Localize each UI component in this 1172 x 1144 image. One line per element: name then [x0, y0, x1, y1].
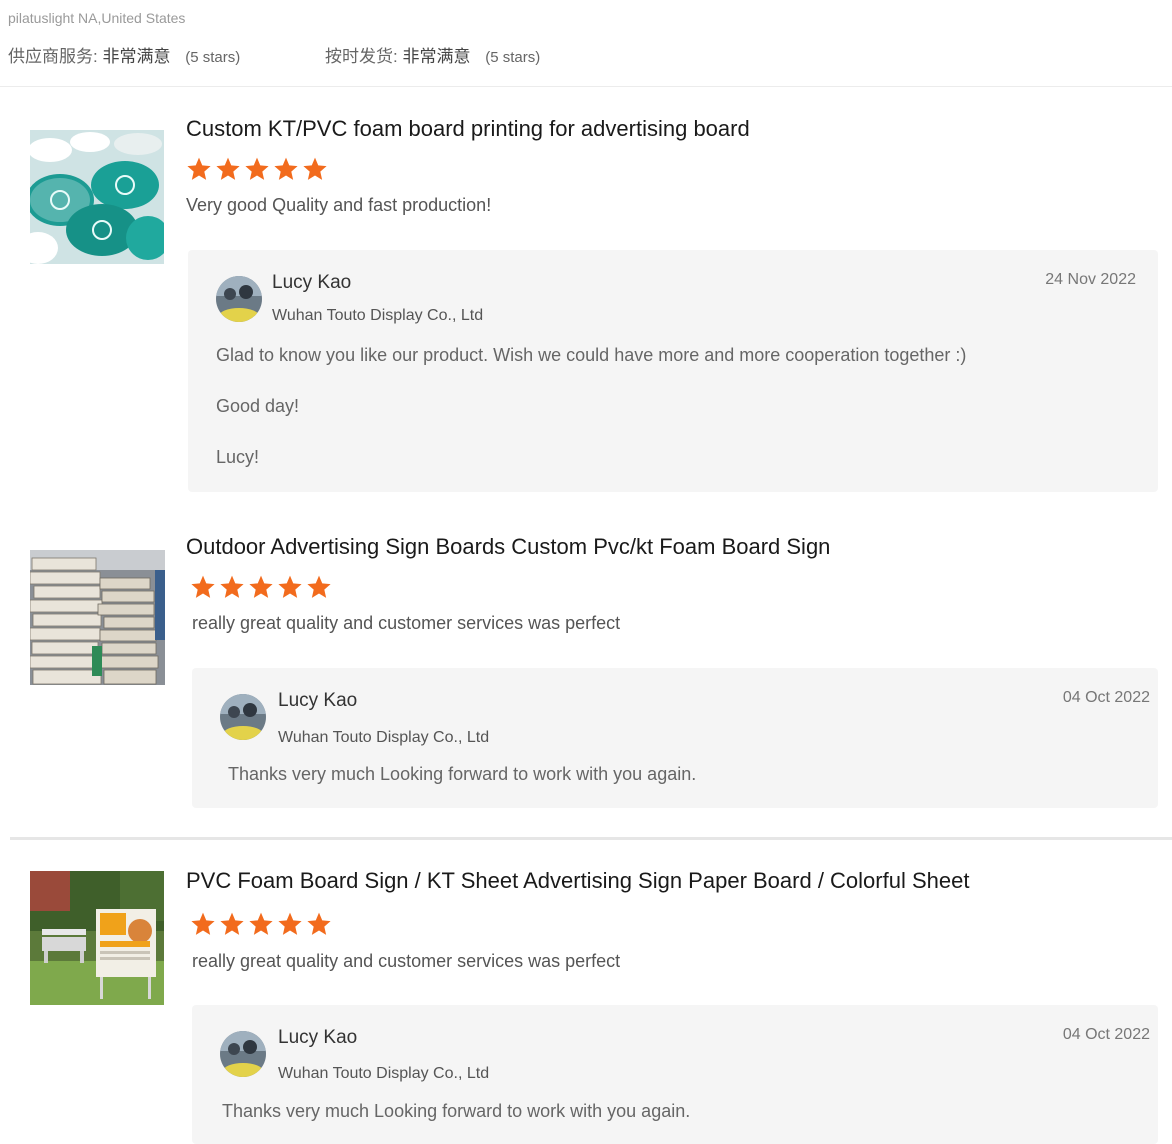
seller-company: Wuhan Touto Display Co., Ltd — [278, 1065, 490, 1082]
teal-round-foam-boards-image — [30, 130, 164, 264]
product-title[interactable]: PVC Foam Board Sign / KT Sheet Advertisi… — [186, 868, 969, 894]
seller-reply: Lucy Kao Wuhan Touto Display Co., Ltd 04… — [192, 668, 1158, 808]
rating-stars-note: (5 stars) — [485, 49, 541, 66]
seller-name: Lucy Kao — [272, 272, 352, 293]
buyer-name-location: pilatuslight NA,United States — [8, 10, 186, 26]
star-icon — [278, 912, 302, 935]
garden-sign-image — [30, 871, 164, 1005]
star-rating — [186, 156, 328, 182]
star-rating — [190, 574, 332, 600]
star-icon — [216, 157, 240, 180]
product-thumbnail[interactable] — [30, 550, 165, 685]
seller-name: Lucy Kao — [278, 690, 358, 711]
reply-text: Glad to know you like our product. Wish … — [216, 345, 967, 365]
star-icon — [307, 912, 331, 935]
stacked-boards-image — [30, 550, 165, 685]
seller-name: Lucy Kao — [278, 1027, 358, 1048]
star-icon — [278, 575, 302, 598]
reply-date: 24 Nov 2022 — [1045, 271, 1136, 288]
reply-text: Lucy! — [216, 447, 260, 467]
seller-avatar — [220, 1031, 266, 1077]
star-icon — [249, 575, 273, 598]
reply-text: Thanks very much Looking forward to work… — [228, 764, 697, 784]
reply-date: 04 Oct 2022 — [1062, 689, 1150, 706]
avatar-image — [216, 276, 262, 322]
rating-stars-note: (5 stars) — [185, 49, 241, 66]
seller-reply: Lucy Kao Wuhan Touto Display Co., Ltd 24… — [188, 250, 1158, 492]
seller-reply: Lucy Kao Wuhan Touto Display Co., Ltd 04… — [192, 1005, 1158, 1144]
buyer-header: pilatuslight NA,United States 供应商服务: 非常满… — [0, 0, 1172, 86]
star-icon — [307, 575, 331, 598]
star-icon — [191, 575, 215, 598]
product-thumbnail[interactable] — [30, 871, 164, 1005]
avatar-image — [220, 1031, 266, 1077]
star-icon — [220, 912, 244, 935]
review-comment: really great quality and customer servic… — [192, 951, 621, 971]
star-icon — [303, 157, 327, 180]
on-time-delivery-rating: 按时发货: 非常满意 (5 stars) — [325, 42, 540, 67]
seller-company: Wuhan Touto Display Co., Ltd — [278, 729, 490, 746]
star-icon — [191, 912, 215, 935]
reply-date: 04 Oct 2022 — [1062, 1026, 1150, 1043]
star-rating — [190, 911, 332, 937]
product-title[interactable]: Outdoor Advertising Sign Boards Custom P… — [186, 534, 830, 560]
supplier-service-rating: 供应商服务: 非常满意 (5 stars) — [8, 42, 240, 67]
seller-company: Wuhan Touto Display Co., Ltd — [272, 307, 484, 324]
rating-label: 供应商服务: — [8, 47, 98, 66]
avatar-image — [220, 694, 266, 740]
review-comment: Very good Quality and fast production! — [186, 195, 492, 215]
section-divider — [10, 837, 1172, 840]
seller-avatar — [220, 694, 266, 740]
review-comment: really great quality and customer servic… — [192, 613, 621, 633]
header-divider — [0, 86, 1172, 87]
star-icon — [187, 157, 211, 180]
star-icon — [274, 157, 298, 180]
rating-value: 非常满意 — [102, 47, 171, 66]
star-icon — [220, 575, 244, 598]
rating-label: 按时发货: — [325, 47, 398, 66]
rating-value: 非常满意 — [402, 47, 471, 66]
product-title[interactable]: Custom KT/PVC foam board printing for ad… — [186, 116, 750, 142]
reply-text: Thanks very much Looking forward to work… — [222, 1101, 691, 1121]
star-icon — [245, 157, 269, 180]
seller-avatar — [216, 276, 262, 322]
star-icon — [249, 912, 273, 935]
product-thumbnail[interactable] — [30, 130, 164, 264]
reply-text: Good day! — [216, 396, 300, 416]
